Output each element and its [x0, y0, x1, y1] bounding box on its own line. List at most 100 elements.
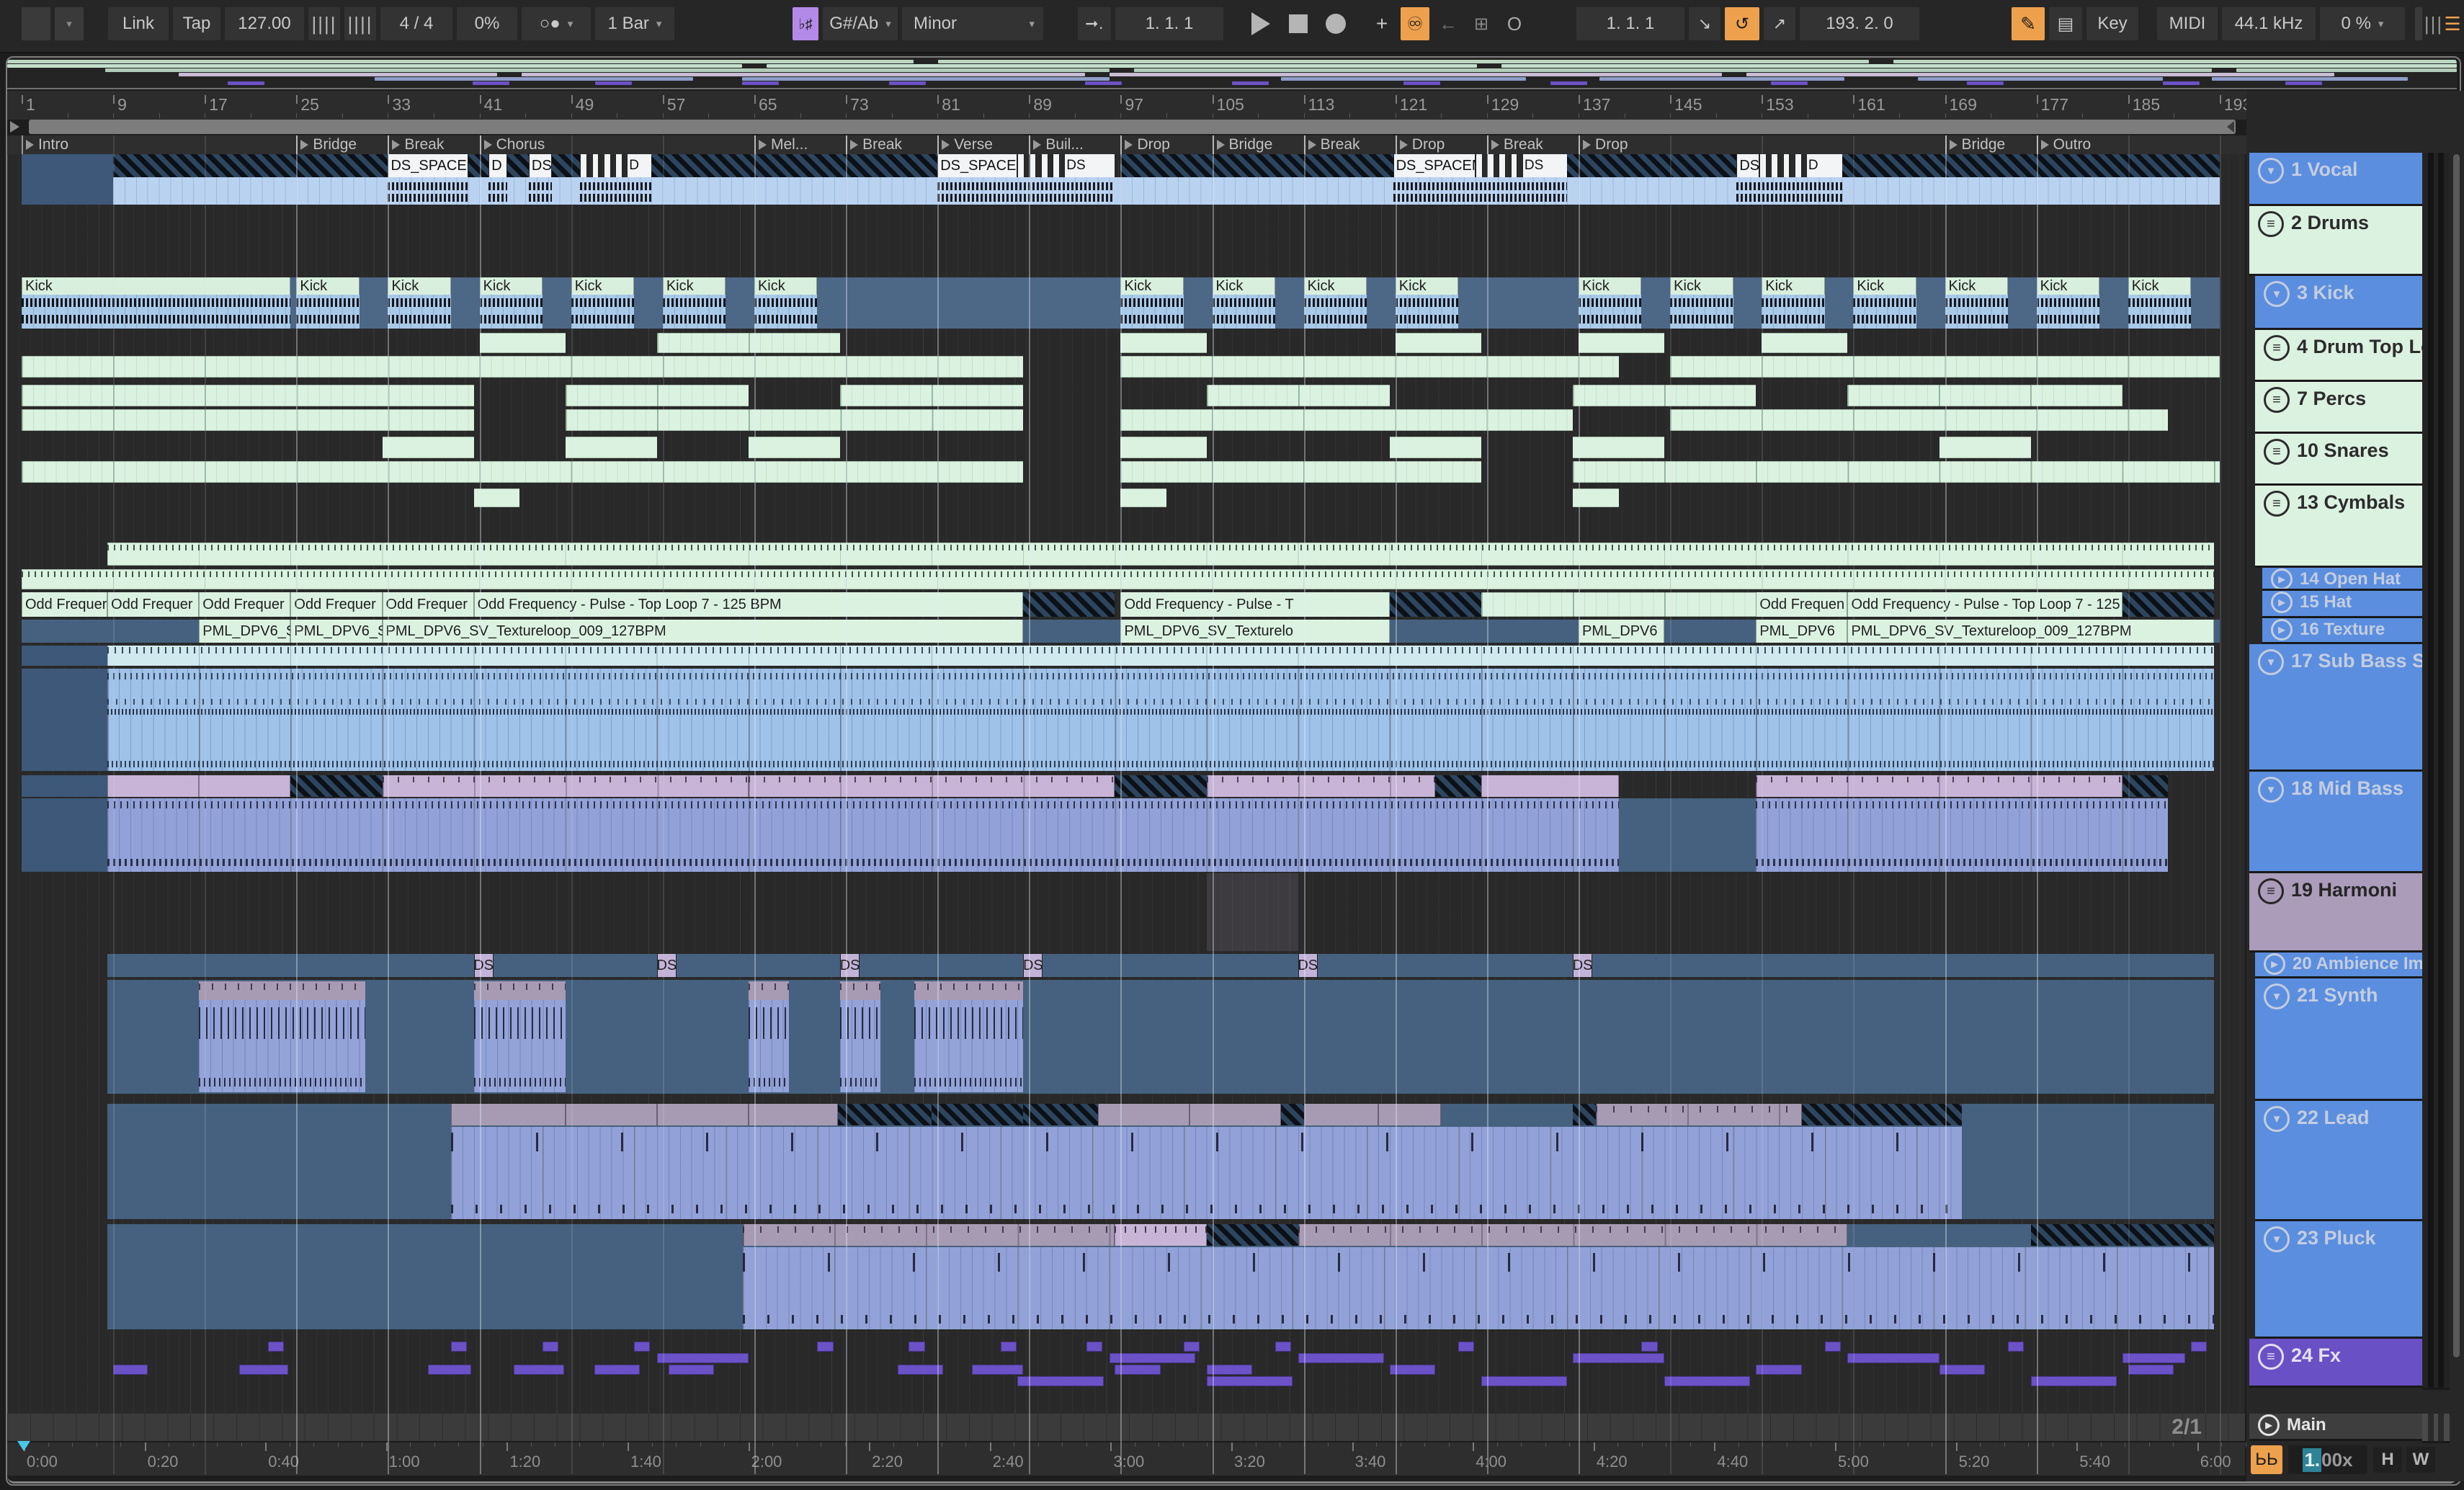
clip-pluck-header[interactable]	[2030, 1224, 2214, 1246]
clip-midbass-body[interactable]	[1756, 798, 2169, 872]
clip-hat[interactable]: Odd Frequer	[382, 592, 474, 617]
fold-arrow-icon[interactable]	[10, 121, 19, 133]
session-record-icon[interactable]: ⊞	[1467, 7, 1496, 40]
clip-kick[interactable]: Kick	[754, 277, 818, 329]
clip-openhat[interactable]	[22, 569, 2214, 589]
clip-toploops-a[interactable]	[479, 333, 566, 353]
clip-kick[interactable]: Kick	[1303, 277, 1367, 329]
section-marker[interactable]: Buil...	[1029, 135, 1084, 154]
track-header-21-synth[interactable]: ▼ 21 Synth	[2255, 978, 2422, 1101]
clip-pluck-header[interactable]	[1206, 1224, 1298, 1246]
clip-midbass-header[interactable]	[290, 775, 383, 797]
clip-snares-a[interactable]	[1939, 437, 2031, 458]
clip-subbass-body[interactable]	[107, 669, 2214, 771]
punch-out-icon[interactable]: ↗	[1764, 7, 1795, 40]
clip-kick[interactable]: Kick	[1120, 277, 1184, 329]
clip-fx-row3[interactable]	[1115, 1365, 1161, 1375]
section-marker[interactable]: Bridge	[1212, 135, 1272, 154]
clip-fx-row4[interactable]	[1664, 1376, 1751, 1386]
clip-hat[interactable]	[2122, 592, 2214, 617]
clip-lead-header[interactable]	[1573, 1104, 1596, 1125]
group-icon[interactable]: ≡	[2264, 335, 2290, 361]
section-marker[interactable]: Break	[1486, 135, 1543, 154]
clip-slices[interactable]: DS	[1476, 154, 1568, 177]
clip-kick[interactable]: Kick	[662, 277, 726, 329]
tempo-field[interactable]: 127.00	[225, 7, 304, 40]
track-header-19-harmoni[interactable]: ≡ 19 Harmoni	[2249, 873, 2422, 953]
clip-kick[interactable]: Kick	[1670, 277, 1733, 329]
clip-texture[interactable]: PML_DPV6	[1756, 620, 1848, 643]
clip-vocal-header[interactable]	[1842, 154, 2220, 177]
clip-percs-a[interactable]	[1573, 385, 1757, 406]
clip-fx-row1[interactable]	[2191, 1342, 2208, 1352]
new-icon[interactable]: +	[1367, 7, 1396, 40]
clip-fx-row1[interactable]	[542, 1342, 559, 1352]
loop-toggle-icon[interactable]: O	[1500, 7, 1529, 40]
clip-lead-header[interactable]	[1097, 1104, 1189, 1125]
clip-lead-header[interactable]	[450, 1104, 566, 1125]
section-marker[interactable]: Break	[1303, 135, 1360, 154]
section-marker[interactable]: Chorus	[479, 135, 545, 154]
clip-fx-row3[interactable]	[238, 1365, 289, 1375]
clip-fx-row3[interactable]	[1939, 1365, 1986, 1375]
punch-in-icon[interactable]: ↘	[1689, 7, 1720, 40]
play-icon[interactable]: ▶	[2271, 568, 2293, 589]
tap-tempo-button[interactable]: Tap	[173, 7, 220, 40]
clip-snares-a[interactable]	[1389, 437, 1481, 458]
clip-kick[interactable]: Kick	[571, 277, 635, 329]
clip-texture[interactable]: PML_DPV6_S	[290, 620, 383, 643]
clip-texture[interactable]: PML_DPV6	[1579, 620, 1665, 643]
clip-fx-row3[interactable]	[428, 1365, 472, 1375]
clip-toploops-b[interactable]	[1670, 356, 2220, 378]
clip-fx-row1[interactable]	[1641, 1342, 1658, 1352]
clip-vocal-header[interactable]: DS	[1736, 154, 1760, 177]
clip-kick[interactable]: Kick	[2036, 277, 2100, 329]
time-ruler[interactable]: 0:00 0:20 0:40 1:00 1:20 1:40 2:00 2:20 2:40 3:00…	[7, 1441, 2295, 1476]
clip-toploops-a[interactable]	[1762, 333, 1848, 353]
metronome-icon[interactable]: ||||	[308, 7, 340, 40]
clip-vocal-body[interactable]	[580, 177, 651, 205]
arrangement-position-field[interactable]: 1. 1. 1	[1115, 7, 1223, 40]
clip-hat[interactable]: Odd Frequer	[22, 592, 108, 617]
clip-texture[interactable]: PML_DPV6_SV_Textureloop_009_127BPM	[382, 620, 1024, 643]
section-marker[interactable]: Bridge	[1945, 135, 2005, 154]
section-marker[interactable]: Break	[388, 135, 444, 154]
fold-icon[interactable]: ▼	[2258, 649, 2284, 675]
clip-fx-row1[interactable]	[1824, 1342, 1841, 1352]
clip-percs-a[interactable]	[1206, 385, 1390, 406]
clip-fx-row1[interactable]	[1458, 1342, 1475, 1352]
clip-fx-row4[interactable]	[1481, 1376, 1568, 1386]
width-zoom-button[interactable]: W	[2406, 1447, 2435, 1473]
cpu-meter[interactable]: 0 % ▾	[2320, 7, 2405, 40]
fold-icon[interactable]: ▼	[2264, 983, 2290, 1009]
clip-fx-row1[interactable]	[817, 1342, 834, 1352]
loop-brace[interactable]	[29, 120, 2236, 134]
follow-icon[interactable]: ➞․	[1078, 7, 1111, 40]
clip-percs-a[interactable]	[840, 385, 1024, 406]
computer-midi-keyboard-icon[interactable]: ▤	[2049, 7, 2082, 40]
clip-percs-b[interactable]	[565, 409, 1024, 431]
clip-pluck-body[interactable]	[743, 1247, 2214, 1329]
arrangement-overview[interactable]	[7, 58, 2457, 89]
section-marker[interactable]: Verse	[937, 135, 993, 154]
clip-fx-row3[interactable]	[594, 1365, 640, 1375]
section-marker[interactable]: Break	[846, 135, 902, 154]
clip-lead-header[interactable]	[565, 1104, 657, 1125]
clip-kick[interactable]: Kick	[22, 277, 291, 329]
clip-snares-b[interactable]	[1573, 461, 2220, 483]
group-icon[interactable]: ≡	[2264, 439, 2290, 465]
clip-ambience[interactable]: DS	[840, 954, 860, 977]
clip-cymbals-b[interactable]	[107, 543, 2214, 566]
clip-hat[interactable]: Odd Frequer	[199, 592, 291, 617]
track-header-15-hat[interactable]: ▶ 15 Hat	[2262, 591, 2422, 618]
clip-percs-b[interactable]	[1670, 409, 2169, 431]
clip-fx-row1[interactable]	[909, 1342, 925, 1352]
clip-synth[interactable]	[473, 981, 566, 1092]
clip-fx-row1[interactable]	[1086, 1342, 1102, 1352]
scale-mode-menu[interactable]: Minor ▾	[902, 7, 1043, 40]
clip-midbass-header[interactable]	[1756, 775, 2122, 797]
clip-slices[interactable]: D	[1759, 154, 1842, 177]
clip-pluck-header[interactable]	[1115, 1224, 1207, 1246]
clip-vocal-body[interactable]	[488, 177, 507, 205]
playback-speed-field[interactable]: 1. 00x	[2288, 1445, 2367, 1474]
